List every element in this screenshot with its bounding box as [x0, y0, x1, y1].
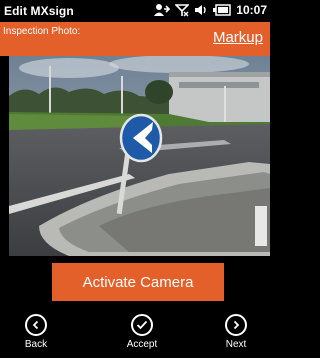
accept-label: Accept — [126, 339, 158, 350]
accept-button[interactable]: Accept — [112, 314, 172, 358]
next-button[interactable]: Next — [206, 314, 266, 358]
activate-camera-label: Activate Camera — [82, 273, 194, 291]
status-icons: 10:07 — [154, 3, 267, 17]
chevron-right-circle-icon — [225, 314, 247, 336]
next-label: Next — [225, 339, 247, 350]
no-signal-icon — [175, 3, 190, 17]
chevron-left-circle-icon — [25, 314, 47, 336]
inspection-photo-label: Inspection Photo: — [3, 26, 81, 37]
checkmark-circle-icon — [131, 314, 153, 336]
status-bar: Edit MXsign 10:07 — [0, 0, 270, 22]
status-clock: 10:07 — [236, 3, 267, 17]
back-button[interactable]: Back — [6, 314, 66, 358]
app-title: Edit MXsign — [4, 4, 74, 18]
header-bar: Inspection Photo: Markup — [0, 22, 270, 56]
volume-icon — [194, 3, 208, 17]
battery-icon — [213, 4, 232, 16]
inspection-photo — [9, 56, 270, 256]
markup-link[interactable]: Markup — [213, 29, 263, 46]
activate-camera-button[interactable]: Activate Camera — [52, 263, 224, 301]
sync-person-icon — [154, 3, 171, 17]
back-label: Back — [24, 339, 48, 350]
